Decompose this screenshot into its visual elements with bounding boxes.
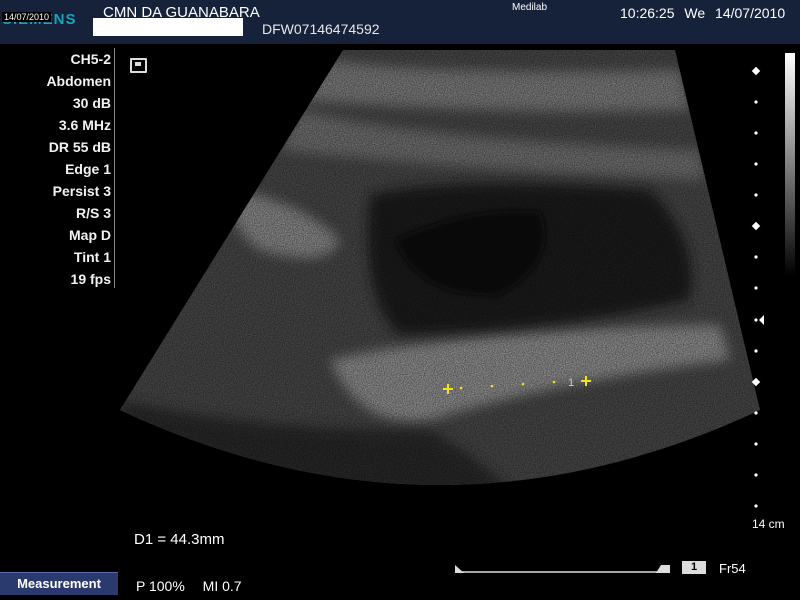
cine-index: 1 — [682, 561, 706, 574]
mechanical-index: MI 0.7 — [202, 578, 242, 594]
caliper-dot — [552, 380, 556, 384]
param-persist: Persist 3 — [52, 183, 111, 199]
caliper-label: 1 — [568, 377, 574, 389]
acquisition-params: CH5-2 Abdomen 30 dB 3.6 MHz DR 55 dB Edg… — [0, 48, 111, 290]
frame-number: Fr54 — [719, 561, 746, 576]
param-dynamic-range: DR 55 dB — [48, 139, 111, 155]
acoustic-power: P 100% — [136, 578, 185, 594]
caliper-dot — [459, 386, 463, 390]
measurement-result: D1 = 44.3mm — [134, 531, 225, 548]
param-gain: 30 dB — [72, 95, 111, 111]
cine-scrollbar[interactable] — [455, 563, 670, 573]
param-fps: 19 fps — [70, 271, 111, 287]
param-probe: CH5-2 — [70, 51, 111, 67]
caliper-dot — [521, 382, 525, 386]
param-frequency: 3.6 MHz — [58, 117, 111, 133]
ultrasound-image: 1 — [120, 50, 760, 485]
param-edge: Edge 1 — [65, 161, 111, 177]
depth-label: 14 cm — [752, 517, 785, 531]
param-tint: Tint 1 — [73, 249, 111, 265]
focus-marker-icon — [759, 315, 764, 325]
param-map: Map D — [69, 227, 111, 243]
depth-scale — [751, 66, 764, 508]
measurement-button[interactable]: Measurement — [0, 572, 118, 595]
freeze-icon — [130, 58, 147, 73]
param-rs: R/S 3 — [75, 205, 111, 221]
caliper-dot — [490, 384, 494, 388]
params-divider — [114, 48, 115, 288]
power-readout: P 100% MI 0.7 — [136, 578, 256, 594]
param-preset: Abdomen — [46, 73, 111, 89]
grayscale-bar — [785, 53, 795, 276]
cine-end-icon — [656, 565, 670, 573]
